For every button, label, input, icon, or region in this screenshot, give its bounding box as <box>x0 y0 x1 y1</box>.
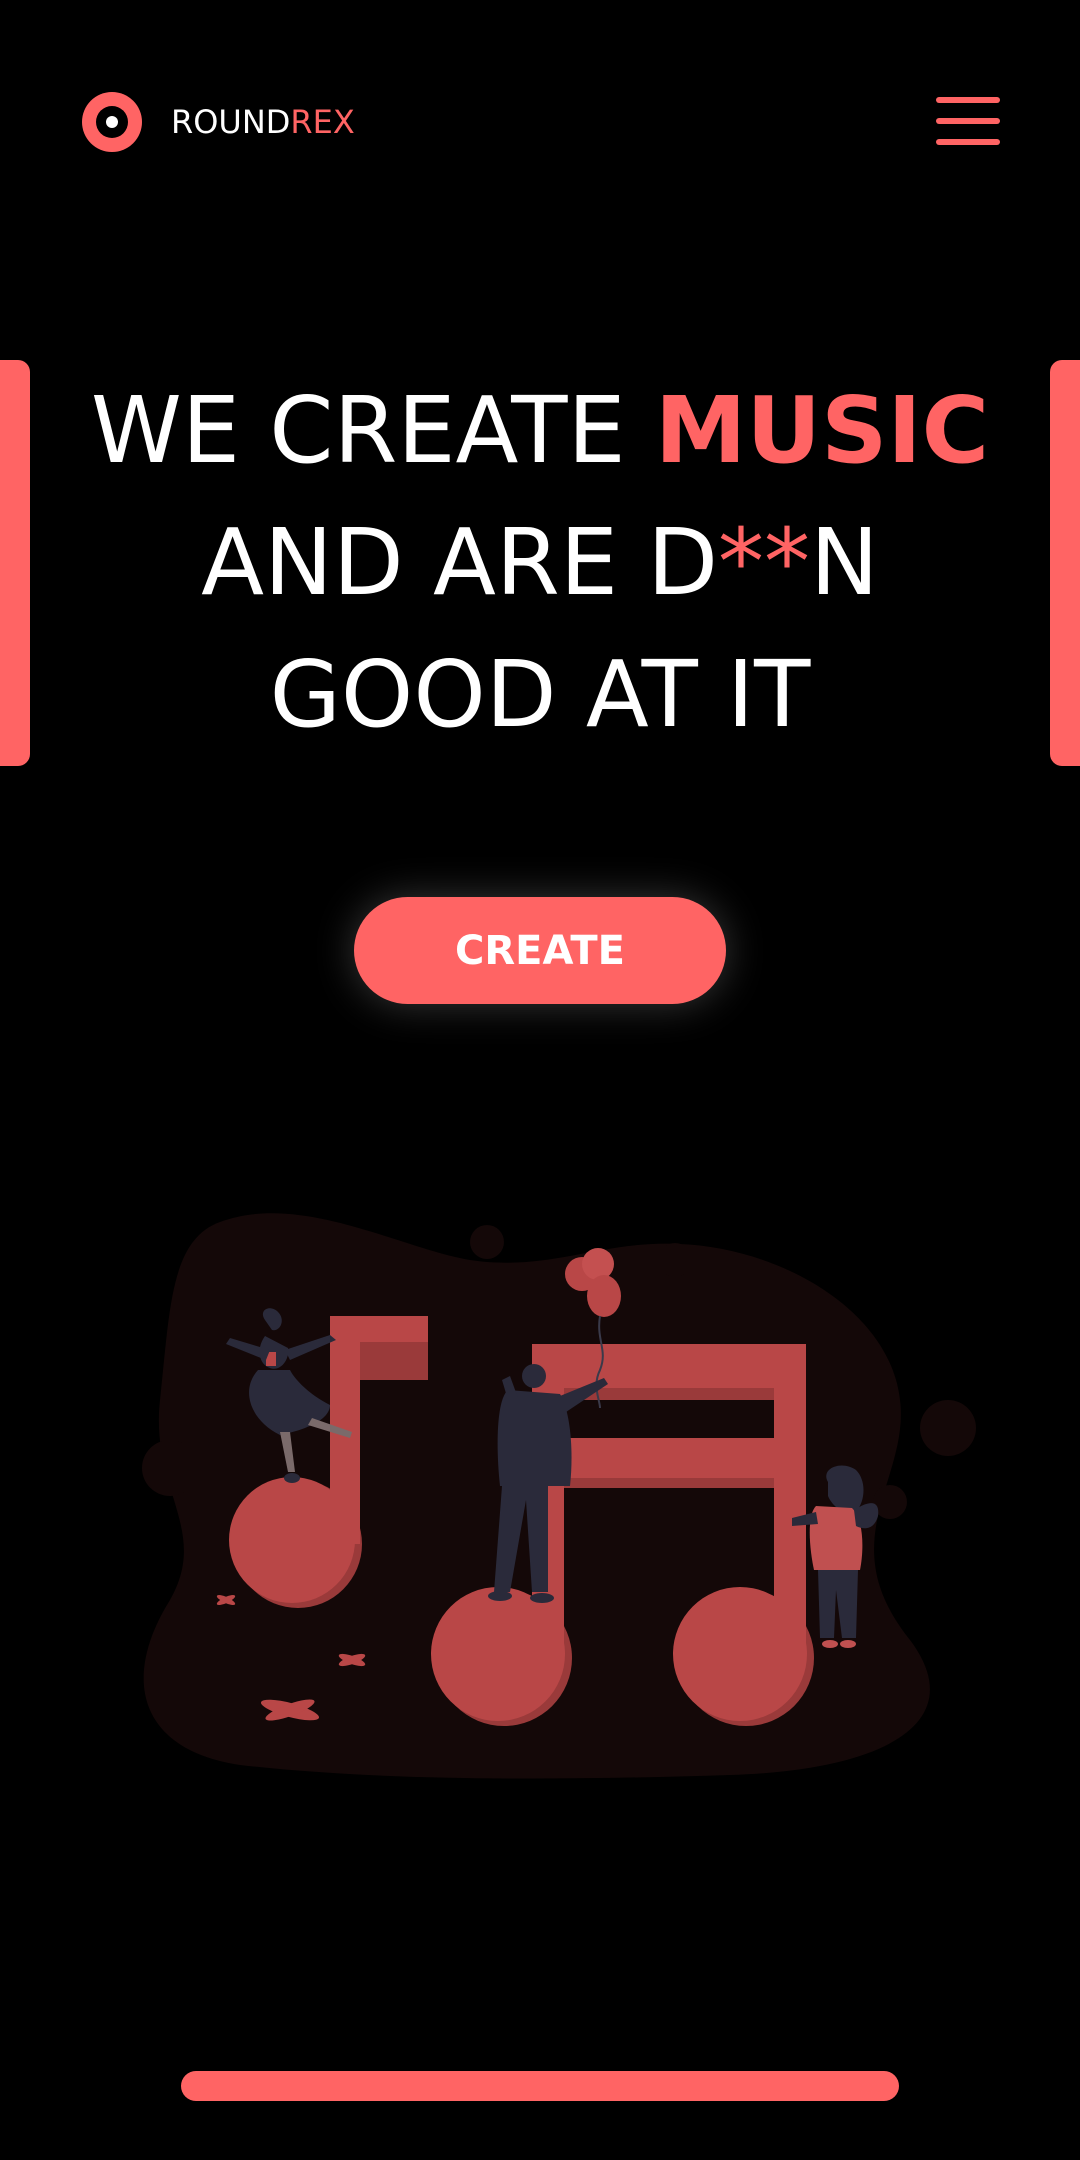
headline-line-2-end: N <box>810 509 879 616</box>
headline-line-3: GOOD AT IT <box>269 641 811 748</box>
brand-name-part1: ROUND <box>171 103 291 141</box>
deco-dot <box>920 1400 976 1456</box>
headline-accent-word: MUSIC <box>654 377 990 484</box>
music-notes-illustration <box>142 1213 976 1779</box>
deco-dot <box>142 1440 198 1496</box>
deco-dot <box>658 1243 692 1277</box>
headline-line-1-text: WE CREATE <box>90 377 655 484</box>
deco-dot <box>470 1225 504 1259</box>
hero-headline: WE CREATE MUSIC AND ARE D**N GOOD AT IT <box>60 365 1020 761</box>
brand-name-part2: REX <box>290 103 355 141</box>
menu-line <box>936 118 1000 124</box>
brand-name[interactable]: ROUNDREX <box>171 102 355 142</box>
hamburger-menu-icon[interactable] <box>936 94 1000 148</box>
headline-asterisks: ** <box>718 509 811 616</box>
logo-icon[interactable] <box>82 92 142 152</box>
menu-line <box>936 97 1000 103</box>
headline-line-2: AND ARE D**N <box>60 497 1020 629</box>
left-accent-bar <box>0 360 30 766</box>
headline-line-1: WE CREATE MUSIC <box>60 365 1020 497</box>
right-accent-bar <box>1050 360 1080 766</box>
home-indicator[interactable] <box>181 2071 899 2101</box>
headline-line-2-start: AND ARE D <box>201 509 719 616</box>
menu-line <box>936 139 1000 145</box>
create-button[interactable]: CREATE <box>354 897 726 1004</box>
